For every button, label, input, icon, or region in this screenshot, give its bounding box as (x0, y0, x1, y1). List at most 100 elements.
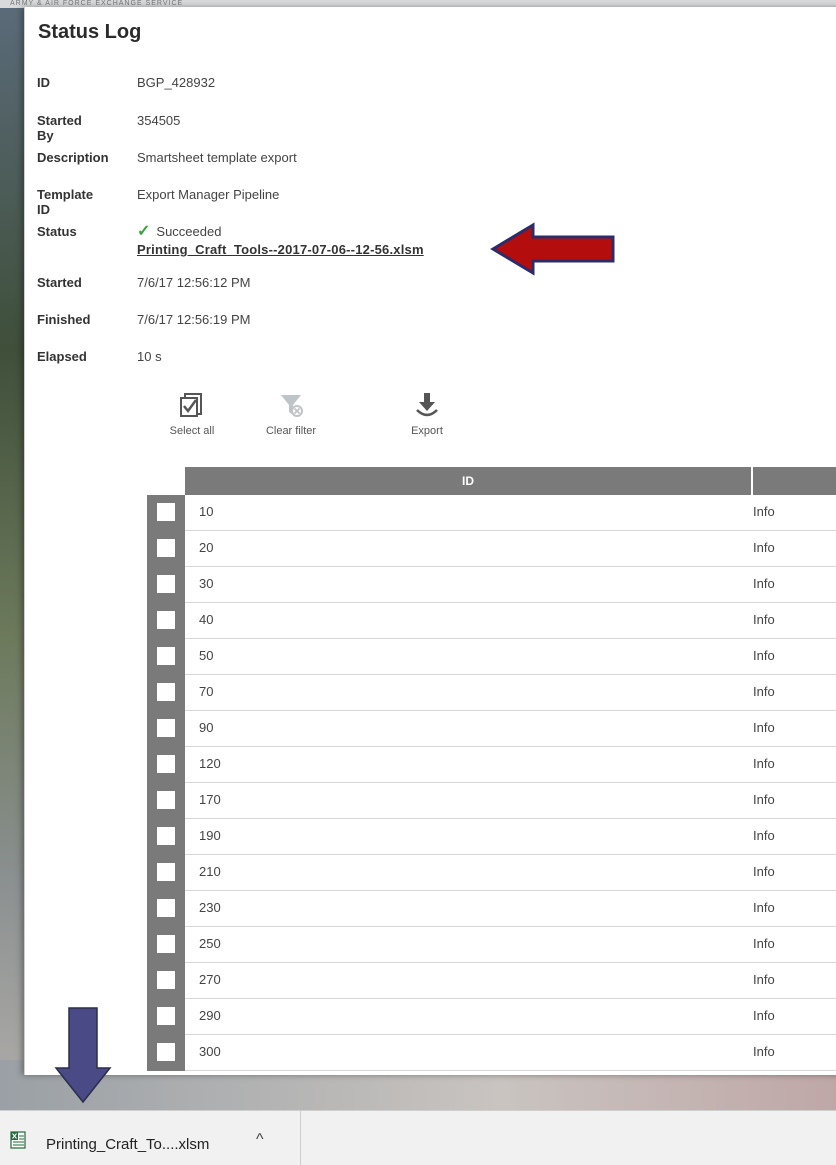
table-row[interactable]: 190 Info (147, 819, 836, 855)
row-id: 300 (199, 1044, 221, 1059)
row-id: 290 (199, 1008, 221, 1023)
row-checkbox-cell (147, 855, 185, 891)
row-id: 20 (199, 540, 214, 555)
check-icon: ✓ (137, 223, 151, 240)
output-file-link[interactable]: Printing_Craft_Tools--2017-07-06--12-56.… (137, 242, 424, 257)
row-checkbox[interactable] (157, 827, 175, 845)
table-row[interactable]: 70 Info (147, 675, 836, 711)
table-row[interactable]: 20 Info (147, 531, 836, 567)
table-row[interactable]: 10 Info (147, 495, 836, 531)
row-id: 230 (199, 900, 221, 915)
status-value: ✓ Succeeded Printing_Craft_Tools--2017-07… (137, 221, 424, 257)
row-id: 70 (199, 684, 214, 699)
row-checkbox-cell (147, 711, 185, 747)
row-id: 90 (199, 720, 214, 735)
row-level: Info (753, 1044, 775, 1059)
row-level: Info (753, 504, 775, 519)
clear-filter-button[interactable]: Clear filter (253, 391, 329, 437)
id-label: ID (37, 75, 50, 90)
row-level: Info (753, 1008, 775, 1023)
template-id-label: Template ID (37, 187, 94, 217)
download-file-name: Printing_Craft_To....xlsm (46, 1136, 210, 1153)
table-row[interactable]: 300 Info (147, 1035, 836, 1071)
row-id: 40 (199, 612, 214, 627)
row-checkbox[interactable] (157, 899, 175, 917)
row-id: 190 (199, 828, 221, 843)
row-checkbox[interactable] (157, 539, 175, 557)
row-checkbox[interactable] (157, 647, 175, 665)
row-level: Info (753, 792, 775, 807)
row-checkbox-cell (147, 495, 185, 531)
row-id: 10 (199, 504, 214, 519)
table-row[interactable]: 50 Info (147, 639, 836, 675)
row-level: Info (753, 864, 775, 879)
table-row[interactable]: 120 Info (147, 747, 836, 783)
table-row[interactable]: 250 Info (147, 927, 836, 963)
row-level: Info (753, 648, 775, 663)
page-title: Status Log (38, 21, 142, 43)
row-id: 120 (199, 756, 221, 771)
elapsed-value: 10 s (137, 349, 162, 364)
elapsed-label: Elapsed (37, 349, 87, 364)
grid-header: ID (185, 467, 836, 495)
started-by-label: Started By (37, 113, 82, 143)
row-checkbox-cell (147, 567, 185, 603)
row-checkbox[interactable] (157, 863, 175, 881)
row-checkbox[interactable] (157, 575, 175, 593)
row-level: Info (753, 972, 775, 987)
table-row[interactable]: 40 Info (147, 603, 836, 639)
column-header-id[interactable]: ID (185, 467, 751, 495)
row-checkbox[interactable] (157, 683, 175, 701)
status-text: Succeeded (156, 224, 222, 239)
row-checkbox[interactable] (157, 1043, 175, 1061)
download-item[interactable]: Printing_Craft_To....xlsm ^ (0, 1111, 301, 1165)
row-checkbox-cell (147, 783, 185, 819)
row-checkbox[interactable] (157, 1007, 175, 1025)
started-label: Started (37, 275, 82, 290)
row-level: Info (753, 756, 775, 771)
row-id: 210 (199, 864, 221, 879)
export-button[interactable]: Export (397, 391, 457, 437)
row-checkbox[interactable] (157, 611, 175, 629)
excel-file-icon (10, 1131, 26, 1149)
row-id: 250 (199, 936, 221, 951)
row-checkbox-cell (147, 531, 185, 567)
row-checkbox[interactable] (157, 755, 175, 773)
row-checkbox-cell (147, 1035, 185, 1071)
row-checkbox[interactable] (157, 935, 175, 953)
row-level: Info (753, 828, 775, 843)
started-value: 7/6/17 12:56:12 PM (137, 275, 251, 290)
table-row[interactable]: 30 Info (147, 567, 836, 603)
row-checkbox[interactable] (157, 971, 175, 989)
row-id: 270 (199, 972, 221, 987)
started-by-value: 354505 (137, 113, 181, 128)
table-row[interactable]: 210 Info (147, 855, 836, 891)
row-checkbox[interactable] (157, 719, 175, 737)
select-all-button[interactable]: Select all (159, 391, 225, 437)
table-row[interactable]: 270 Info (147, 963, 836, 999)
row-checkbox[interactable] (157, 503, 175, 521)
row-level: Info (753, 684, 775, 699)
table-row[interactable]: 170 Info (147, 783, 836, 819)
select-all-icon (180, 393, 202, 417)
row-checkbox-cell (147, 999, 185, 1035)
table-row[interactable]: 230 Info (147, 891, 836, 927)
row-divider (185, 1070, 836, 1071)
select-all-label: Select all (169, 425, 215, 437)
row-level: Info (753, 720, 775, 735)
status-log-dialog: Status Log ID BGP_428932 Started By 3545… (24, 7, 836, 1075)
row-checkbox-cell (147, 927, 185, 963)
row-checkbox-cell (147, 639, 185, 675)
id-value: BGP_428932 (137, 75, 216, 90)
table-row[interactable]: 290 Info (147, 999, 836, 1035)
status-label: Status (37, 224, 77, 239)
column-separator (751, 467, 753, 495)
table-row[interactable]: 90 Info (147, 711, 836, 747)
row-checkbox-cell (147, 747, 185, 783)
chevron-up-icon[interactable]: ^ (256, 1131, 264, 1149)
row-level: Info (753, 612, 775, 627)
export-label: Export (411, 425, 443, 437)
description-label: Description (37, 150, 109, 165)
export-icon (416, 393, 438, 417)
row-checkbox[interactable] (157, 791, 175, 809)
